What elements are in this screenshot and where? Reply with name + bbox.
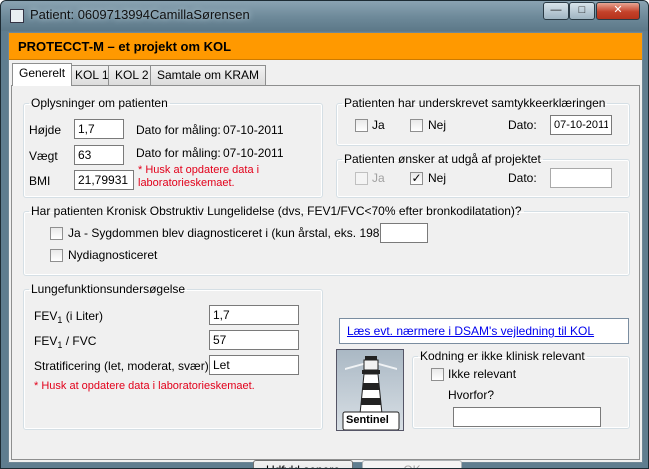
consent-yes-checkbox[interactable]: [355, 119, 368, 132]
close-button[interactable]: ✕: [596, 2, 640, 20]
sentinel-logo: Sentinel: [336, 349, 404, 431]
kol-year-input[interactable]: [380, 223, 428, 243]
fev-fvc-label-sub: 1: [57, 340, 63, 350]
consent-legend: Patienten har underskrevet samtykkeerklæ…: [344, 96, 606, 110]
weight-label: Vægt: [29, 149, 58, 163]
not-relevant-label: Ikke relevant: [448, 367, 517, 381]
fev-label-main: FEV: [34, 309, 58, 323]
patient-note-line2: laboratorieskemaet.: [138, 177, 235, 189]
not-relevant-checkbox[interactable]: [431, 368, 444, 381]
project-banner: PROTECCT-M – et projekt om KOL: [9, 33, 642, 60]
withdraw-legend: Patienten ønsker at udgå af projektet: [344, 152, 541, 166]
withdraw-no-label: Nej: [428, 171, 447, 185]
withdraw-yes-label: Ja: [372, 171, 385, 185]
bmi-label: BMI: [29, 174, 51, 188]
kol-new-label: Nydiagnosticeret: [68, 248, 158, 262]
fev-label-unit: (i Liter): [62, 309, 104, 323]
fev-fvc-label-main: FEV: [34, 334, 58, 348]
withdraw-yes-checkbox[interactable]: [355, 172, 368, 185]
fev-label-sub: 1: [57, 315, 63, 325]
app-icon: [10, 9, 24, 23]
weight-date-label: Dato for måling:: [136, 146, 221, 160]
patient-note-line1: * Husk at opdatere data i: [138, 164, 260, 176]
fev-fvc-input[interactable]: [209, 330, 299, 350]
lung-note: * Husk at opdatere data i laboratorieske…: [34, 380, 255, 392]
tab-generelt[interactable]: Generelt: [12, 63, 73, 86]
tab-samtale-om-kram[interactable]: Samtale om KRAM: [150, 65, 267, 85]
consent-yes-label: Ja: [372, 118, 385, 132]
stratification-input[interactable]: [209, 355, 299, 375]
minimize-button[interactable]: —: [543, 2, 569, 20]
height-label: Højde: [29, 123, 62, 137]
withdraw-date-label: Dato:: [508, 171, 537, 185]
tab-kol-2[interactable]: KOL 2: [108, 65, 156, 85]
bmi-input[interactable]: [74, 170, 134, 190]
why-input[interactable]: [453, 407, 601, 427]
lung-function-legend: Lungefunktionsundersøgelse: [31, 282, 186, 296]
banner-title: PROTECCT-M – et projekt om KOL: [18, 39, 232, 54]
kol-diagnosed-checkbox[interactable]: [50, 227, 63, 240]
check-icon: ✓: [411, 171, 422, 185]
height-date-label: Dato for måling:: [136, 123, 221, 137]
dsam-guideline-link[interactable]: Læs evt. nærmere i DSAM's vejledning til…: [339, 318, 629, 344]
kol-diagnosed-label: Ja - Sygdommen blev diagnosticeret i (ku…: [68, 226, 394, 240]
consent-no-label: Nej: [428, 118, 447, 132]
fill-later-button[interactable]: Udfyld senere: [253, 460, 353, 468]
fev-fvc-label: FEV1 / FVC: [34, 334, 97, 350]
weight-date: 07-10-2011: [223, 146, 284, 160]
stratification-label: Stratificering (let, moderat, svær): [34, 359, 209, 373]
kol-new-checkbox[interactable]: [50, 249, 63, 262]
withdraw-date-input[interactable]: [550, 168, 612, 188]
patient-info-legend: Oplysninger om patienten: [31, 96, 168, 110]
ok-button[interactable]: OK: [362, 460, 462, 468]
height-input[interactable]: [74, 119, 124, 139]
app-window: Patient: 0609713994CamillaSørensen — □ ✕…: [0, 0, 649, 469]
consent-no-checkbox[interactable]: [410, 119, 423, 132]
consent-date-label: Dato:: [508, 118, 537, 132]
why-label: Hvorfor?: [448, 388, 495, 402]
fev-fvc-label-unit: / FVC: [62, 334, 97, 348]
consent-date-input[interactable]: [550, 115, 612, 135]
kol-group: Har patienten Kronisk Obstruktiv Lungeli…: [23, 204, 630, 276]
logo-text: Sentinel: [346, 414, 389, 426]
kol-legend: Har patienten Kronisk Obstruktiv Lungeli…: [31, 204, 522, 218]
withdraw-no-checkbox[interactable]: ✓: [410, 172, 423, 185]
coding-legend: Kodning er ikke klinisk relevant: [420, 349, 585, 363]
fev-input[interactable]: [209, 305, 299, 325]
title-bar[interactable]: Patient: 0609713994CamillaSørensen — □ ✕: [1, 1, 648, 31]
fev-label: FEV1 (i Liter): [34, 309, 104, 325]
weight-input[interactable]: [74, 145, 124, 165]
maximize-button[interactable]: □: [569, 2, 595, 20]
tab-page-generelt: Oplysninger om patienten Højde Dato for …: [11, 85, 640, 468]
window-title: Patient: 0609713994CamillaSørensen: [30, 7, 250, 22]
client-area: PROTECCT-M – et projekt om KOL Generelt …: [8, 32, 643, 468]
height-date: 07-10-2011: [223, 123, 284, 137]
